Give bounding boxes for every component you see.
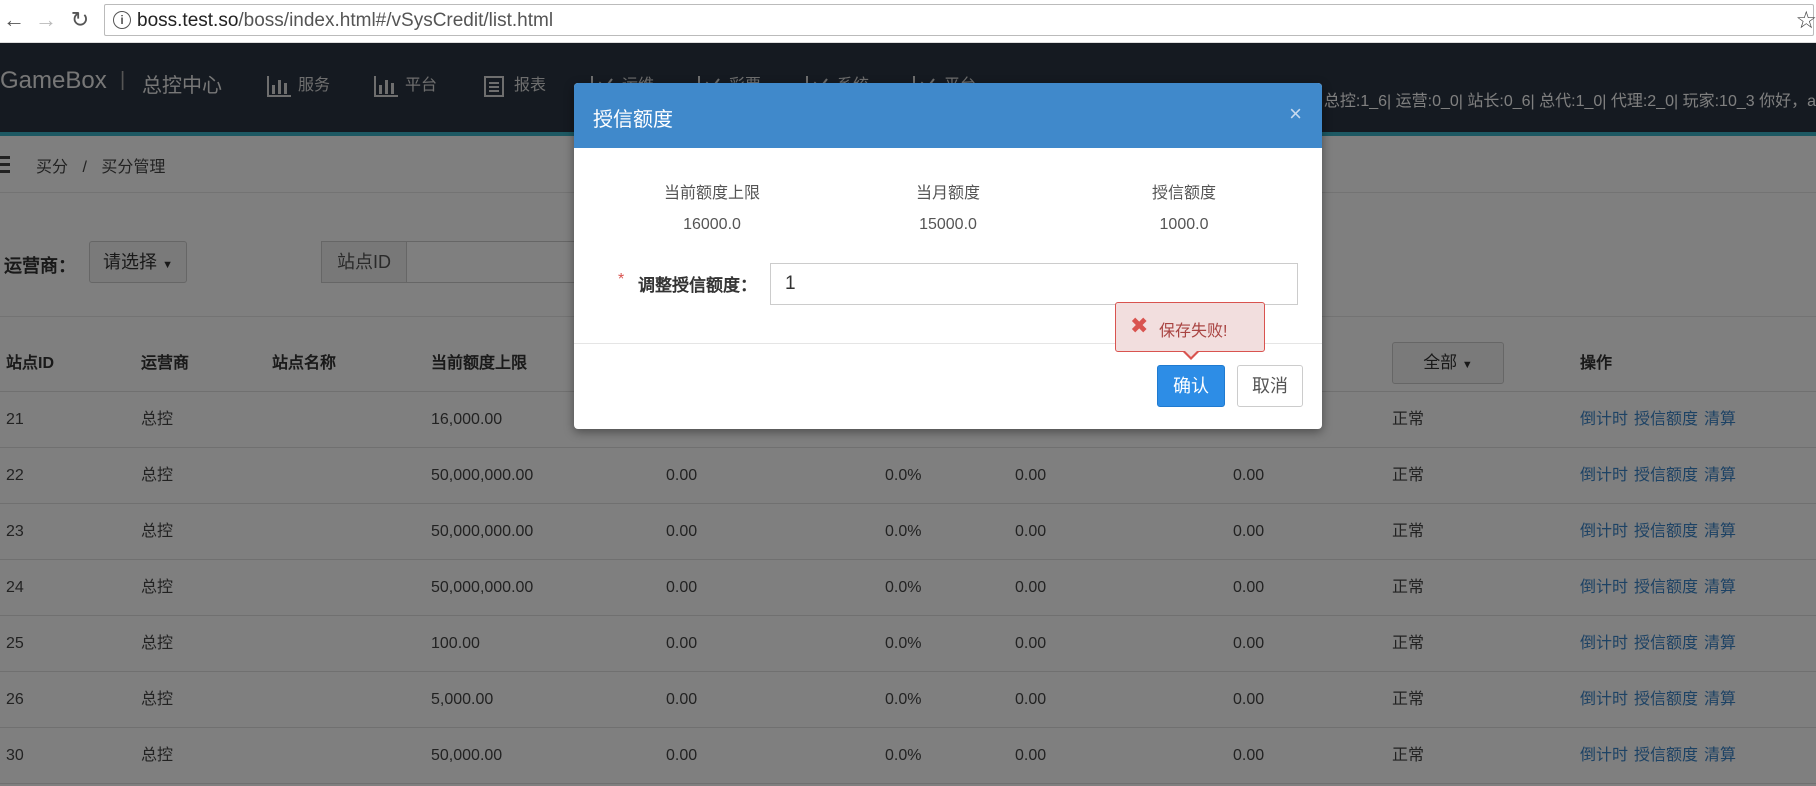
close-icon[interactable]: ×: [1289, 101, 1302, 127]
credit-modal: 授信额度 × 当前额度上限 16000.0 当月额度 15000.0 授信额度 …: [574, 83, 1322, 429]
adjust-credit-input[interactable]: 1: [770, 263, 1298, 305]
error-message: 保存失败!: [1159, 323, 1228, 340]
tooltip-arrow-inner: [1184, 350, 1198, 357]
back-arrow-icon[interactable]: ←: [0, 6, 28, 34]
stat-value-current-limit: 16000.0: [683, 216, 741, 233]
address-url[interactable]: boss.test.so/boss/index.html#/vSysCredit…: [137, 10, 553, 32]
reload-icon[interactable]: ↻: [66, 6, 94, 34]
stat-label-month-limit: 当月额度: [915, 185, 980, 202]
forward-arrow-icon[interactable]: →: [32, 6, 60, 34]
stat-label-credit: 授信额度: [1151, 185, 1216, 202]
confirm-button[interactable]: 确认: [1157, 365, 1225, 407]
url-host: boss.test.so: [137, 10, 239, 31]
bookmark-star-icon[interactable]: ☆: [1795, 6, 1816, 35]
address-bar[interactable]: i boss.test.so/boss/index.html#/vSysCred…: [104, 4, 1816, 36]
modal-header: 授信额度 ×: [574, 83, 1322, 148]
browser-toolbar: ← → ↻ i boss.test.so/boss/index.html#/vS…: [0, 0, 1816, 43]
stat-label-current-limit: 当前额度上限: [663, 185, 760, 202]
adjust-credit-label: 调整授信额度：: [638, 276, 757, 295]
error-x-icon: ✖: [1130, 313, 1149, 338]
cancel-button[interactable]: 取消: [1237, 365, 1303, 407]
modal-title: 授信额度: [593, 109, 673, 131]
url-path: /boss/index.html#/vSysCredit/list.html: [238, 10, 554, 31]
stat-value-month-limit: 15000.0: [919, 216, 977, 233]
required-mark: *: [618, 271, 625, 288]
info-icon[interactable]: i: [113, 11, 131, 29]
error-tooltip: ✖ 保存失败!: [1115, 302, 1265, 360]
stat-value-credit: 1000.0: [1159, 216, 1209, 233]
